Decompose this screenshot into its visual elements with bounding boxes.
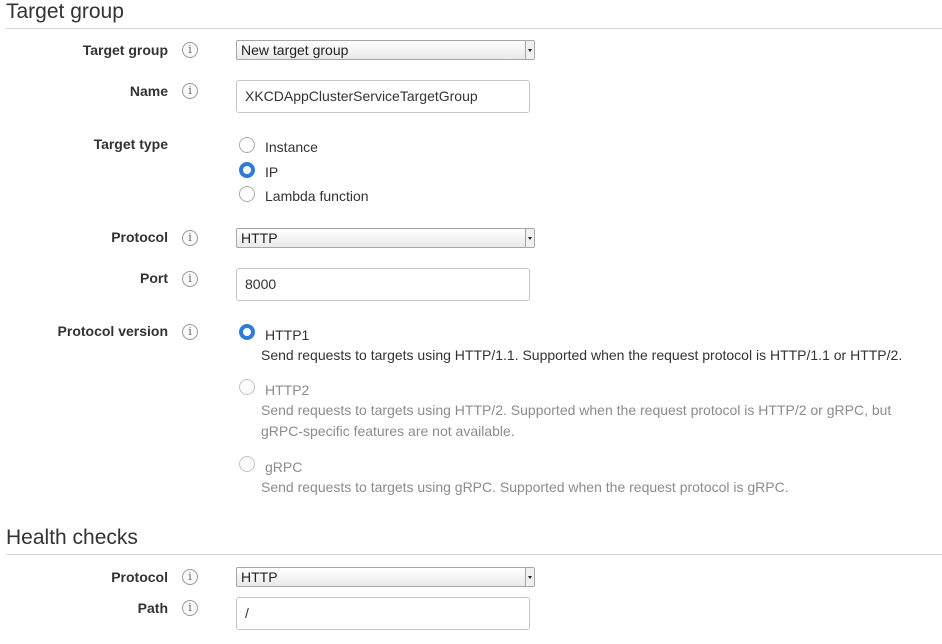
radio-protocol-version-grpc[interactable] bbox=[239, 456, 255, 472]
grpc-description: Send requests to targets using gRPC. Sup… bbox=[261, 479, 789, 495]
info-icon[interactable]: i bbox=[182, 271, 198, 287]
radio-target-type-lambda[interactable] bbox=[239, 186, 255, 202]
protocol-select-value: HTTP bbox=[241, 230, 278, 246]
http1-description: Send requests to targets using HTTP/1.1.… bbox=[261, 347, 903, 363]
radio-label-http1: HTTP1 bbox=[265, 327, 310, 343]
http2-description-line1: Send requests to targets using HTTP/2. S… bbox=[261, 402, 892, 418]
radio-target-type-ip[interactable] bbox=[239, 162, 255, 178]
health-check-path-field[interactable]: / bbox=[236, 597, 530, 630]
radio-label-lambda: Lambda function bbox=[265, 188, 369, 204]
radio-protocol-version-http1[interactable] bbox=[239, 324, 255, 340]
info-icon[interactable]: i bbox=[182, 83, 198, 99]
chevron-down-icon bbox=[525, 41, 534, 59]
info-icon[interactable]: i bbox=[182, 569, 198, 585]
target-group-select[interactable]: New target group bbox=[236, 40, 535, 60]
radio-label-ip: IP bbox=[265, 164, 279, 180]
target-type-label: Target type bbox=[93, 136, 168, 152]
radio-label-instance: Instance bbox=[265, 139, 318, 155]
port-field[interactable]: 8000 bbox=[236, 268, 530, 301]
health-check-protocol-label: Protocol bbox=[111, 569, 168, 585]
section-title-target-group: Target group bbox=[6, 0, 124, 23]
section-divider bbox=[6, 554, 942, 555]
radio-label-http2: HTTP2 bbox=[265, 382, 310, 398]
info-icon[interactable]: i bbox=[182, 230, 198, 246]
info-icon[interactable]: i bbox=[182, 600, 198, 616]
info-icon[interactable]: i bbox=[182, 42, 198, 58]
target-group-select-value: New target group bbox=[241, 42, 349, 58]
radio-protocol-version-http2[interactable] bbox=[239, 379, 255, 395]
chevron-down-icon bbox=[525, 568, 534, 586]
health-check-protocol-select[interactable]: HTTP bbox=[236, 567, 535, 587]
name-field[interactable]: XKCDAppClusterServiceTargetGroup bbox=[236, 80, 530, 113]
info-icon[interactable]: i bbox=[182, 324, 198, 340]
protocol-version-label: Protocol version bbox=[57, 323, 168, 339]
health-check-path-label: Path bbox=[137, 600, 168, 616]
chevron-down-icon bbox=[525, 229, 534, 247]
radio-label-grpc: gRPC bbox=[265, 459, 303, 475]
protocol-select[interactable]: HTTP bbox=[236, 228, 535, 248]
health-check-protocol-select-value: HTTP bbox=[241, 569, 278, 585]
http2-description-line2: gRPC-specific features are not available… bbox=[261, 423, 515, 439]
protocol-label: Protocol bbox=[111, 229, 168, 245]
port-label: Port bbox=[140, 270, 168, 286]
name-label: Name bbox=[129, 83, 168, 99]
radio-target-type-instance[interactable] bbox=[239, 137, 255, 153]
section-divider bbox=[6, 28, 942, 29]
target-group-label: Target group bbox=[82, 42, 168, 58]
section-title-health-checks: Health checks bbox=[6, 526, 138, 549]
